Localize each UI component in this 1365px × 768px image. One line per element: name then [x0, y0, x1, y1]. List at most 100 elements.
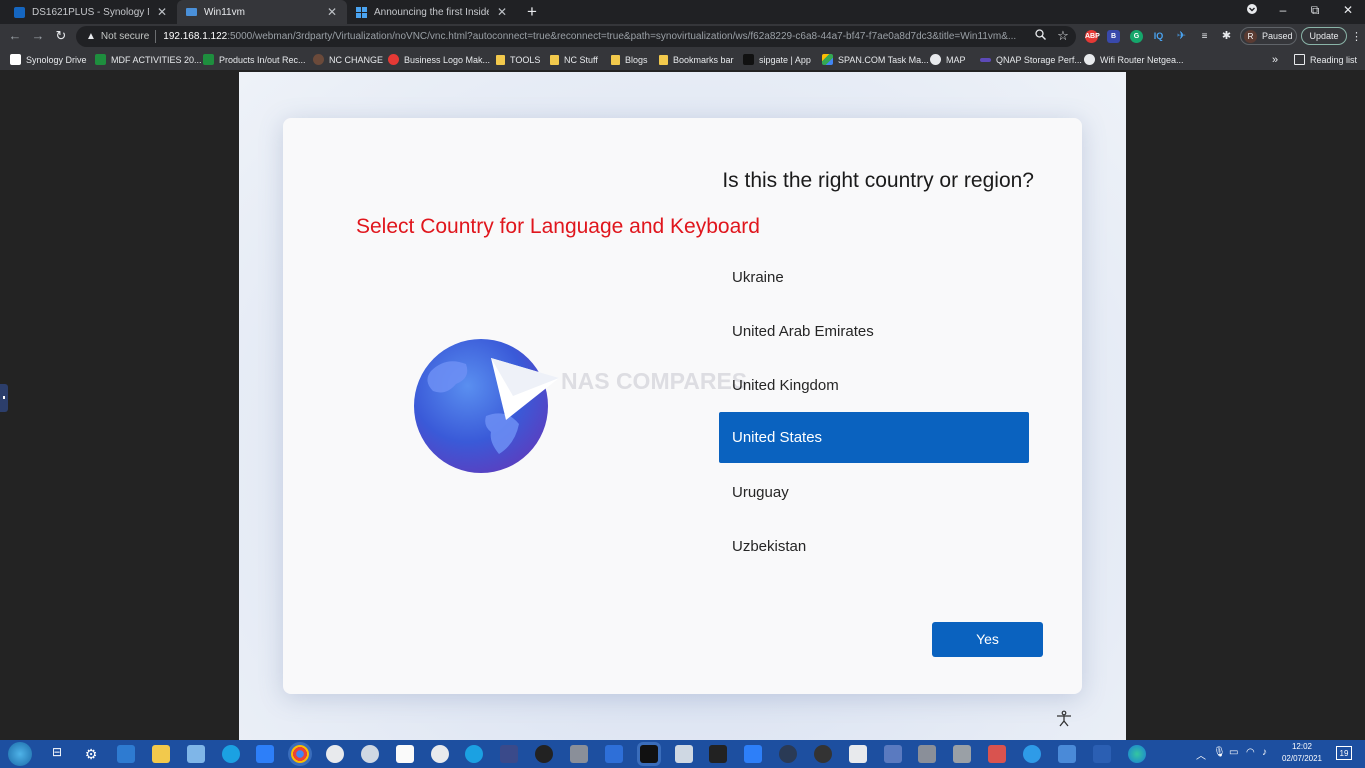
calculator-icon[interactable]	[117, 745, 135, 763]
bookmark-folder[interactable]: Bookmarks bar	[659, 52, 734, 67]
extension-icon[interactable]: B	[1107, 30, 1120, 43]
wifi-icon[interactable]: ◠	[1246, 747, 1255, 758]
bookmark-folder[interactable]: NC Stuff	[550, 52, 598, 67]
start-button-icon[interactable]	[8, 742, 32, 766]
close-icon[interactable]: ✕	[156, 5, 168, 19]
tab-insider-preview[interactable]: Announcing the first Insider Pre... ✕	[347, 0, 517, 24]
tab-search-icon[interactable]	[1241, 3, 1263, 18]
search-app-icon[interactable]	[222, 745, 240, 763]
app-icon[interactable]	[640, 745, 658, 763]
accessibility-icon[interactable]	[1055, 710, 1073, 728]
bookmark-item[interactable]: Business Logo Mak...	[388, 52, 490, 67]
app-icon[interactable]	[884, 745, 902, 763]
page-title: Is this the right country or region?	[722, 169, 1034, 192]
grammarly-icon[interactable]: G	[1130, 30, 1143, 43]
settings-gear-icon[interactable]: ⚙	[82, 745, 100, 763]
bookmark-item[interactable]: Wifi Router Netgea...	[1084, 52, 1184, 67]
clock[interactable]: 12:02 02/07/2021	[1280, 741, 1324, 765]
sipgate-icon	[743, 54, 754, 65]
bookmark-item[interactable]: NC CHANGE	[313, 52, 383, 67]
app-icon[interactable]	[431, 745, 449, 763]
bookmark-item[interactable]: Synology Drive	[10, 52, 87, 67]
close-window-button[interactable]: ✕	[1337, 3, 1359, 17]
clock-date: 02/07/2021	[1281, 754, 1323, 763]
bookmark-item[interactable]: MAP	[930, 52, 966, 67]
word-icon[interactable]	[1093, 745, 1111, 763]
tray-expand-icon[interactable]: ︿	[1196, 747, 1206, 762]
bookmark-star-icon[interactable]: ☆	[1055, 28, 1071, 44]
tab-win11vm[interactable]: Win11vm ✕	[177, 0, 347, 24]
notes-app-icon[interactable]	[187, 745, 205, 763]
bookmark-folder[interactable]: Blogs	[611, 52, 648, 67]
volume-icon[interactable]: ♪	[1262, 747, 1267, 758]
bookmark-item[interactable]: sipgate | App	[743, 52, 811, 67]
reader-extension-icon[interactable]: ≡	[1198, 30, 1211, 43]
app-icon[interactable]	[675, 745, 693, 763]
novnc-control-handle[interactable]	[0, 384, 8, 412]
country-option[interactable]: Uruguay	[719, 467, 1029, 518]
address-bar[interactable]: ▲ Not secure 192.168.1.122 :5000/webman/…	[76, 26, 1076, 47]
tab-synology-nas[interactable]: DS1621PLUS - Synology NAS ✕	[5, 0, 177, 24]
app-icon[interactable]	[953, 745, 971, 763]
country-option-selected[interactable]: United States	[719, 412, 1029, 463]
app-icon[interactable]	[849, 745, 867, 763]
profile-button[interactable]: R Paused	[1240, 27, 1297, 45]
app-icon[interactable]	[500, 745, 518, 763]
country-option[interactable]: Uzbekistan	[719, 521, 1029, 572]
app-icon[interactable]	[814, 745, 832, 763]
forward-arrow-icon[interactable]: →	[30, 28, 46, 44]
epic-games-icon[interactable]	[709, 745, 727, 763]
bookmark-label: sipgate | App	[759, 54, 811, 65]
rocket-extension-icon[interactable]: ✈	[1175, 30, 1188, 43]
mail-icon[interactable]	[256, 745, 274, 763]
close-icon[interactable]: ✕	[496, 5, 508, 19]
microphone-icon[interactable]: 🎙	[1213, 747, 1226, 758]
app-icon[interactable]	[988, 745, 1006, 763]
restore-button[interactable]: ⧉	[1304, 3, 1326, 18]
document-icon[interactable]	[396, 745, 414, 763]
country-option[interactable]: United Arab Emirates	[719, 306, 1029, 357]
close-icon[interactable]: ✕	[326, 5, 338, 19]
country-option[interactable]: Ukraine	[719, 252, 1029, 303]
bookmark-item[interactable]: QNAP Storage Perf...	[980, 52, 1082, 67]
bookmark-item[interactable]: MDF ACTIVITIES 20...	[95, 52, 202, 67]
reading-list-icon	[1294, 54, 1305, 65]
adblock-icon[interactable]: ABP	[1085, 30, 1100, 43]
app-icon[interactable]	[570, 745, 588, 763]
app-icon[interactable]	[1058, 745, 1076, 763]
app-icon[interactable]	[535, 745, 553, 763]
skype-icon[interactable]	[465, 745, 483, 763]
app-icon[interactable]	[326, 745, 344, 763]
update-button[interactable]: Update	[1301, 27, 1347, 45]
app-icon[interactable]	[1023, 745, 1041, 763]
back-arrow-icon[interactable]: ←	[7, 28, 23, 44]
file-explorer-icon[interactable]	[152, 745, 170, 763]
yes-button[interactable]: Yes	[932, 622, 1043, 657]
reading-list-button[interactable]: Reading list	[1294, 52, 1357, 67]
chrome-icon[interactable]	[291, 745, 309, 763]
minimize-button[interactable]: –	[1272, 3, 1294, 17]
globe-icon	[1084, 54, 1095, 65]
app-icon[interactable]	[744, 745, 762, 763]
puzzle-extensions-icon[interactable]: ✱	[1220, 30, 1233, 43]
bookmark-folder[interactable]: TOOLS	[496, 52, 540, 67]
battery-icon[interactable]: ▭	[1229, 747, 1238, 758]
task-view-icon[interactable]: ⊟	[48, 745, 66, 763]
menu-kebab-icon[interactable]: ⋮	[1351, 30, 1362, 43]
notification-center-button[interactable]: 19	[1336, 746, 1352, 760]
bookmark-item[interactable]: Products In/out Rec...	[203, 52, 306, 67]
app-icon[interactable]	[361, 745, 379, 763]
more-bookmarks-button[interactable]: »	[1272, 52, 1278, 67]
country-option[interactable]: United Kingdom	[719, 360, 1029, 411]
reload-icon[interactable]: ↻	[53, 28, 69, 44]
bookmark-label: Blogs	[625, 54, 648, 65]
edge-icon[interactable]	[1128, 745, 1146, 763]
app-icon[interactable]	[605, 745, 623, 763]
bookmark-item[interactable]: SPAN.COM Task Ma...	[822, 52, 929, 67]
bookmark-label: Bookmarks bar	[673, 54, 734, 65]
iq-extension-icon[interactable]: IQ	[1152, 30, 1165, 43]
app-icon[interactable]	[918, 745, 936, 763]
new-tab-button[interactable]: +	[524, 2, 540, 22]
zoom-search-icon[interactable]	[1032, 29, 1048, 45]
app-icon[interactable]	[779, 745, 797, 763]
